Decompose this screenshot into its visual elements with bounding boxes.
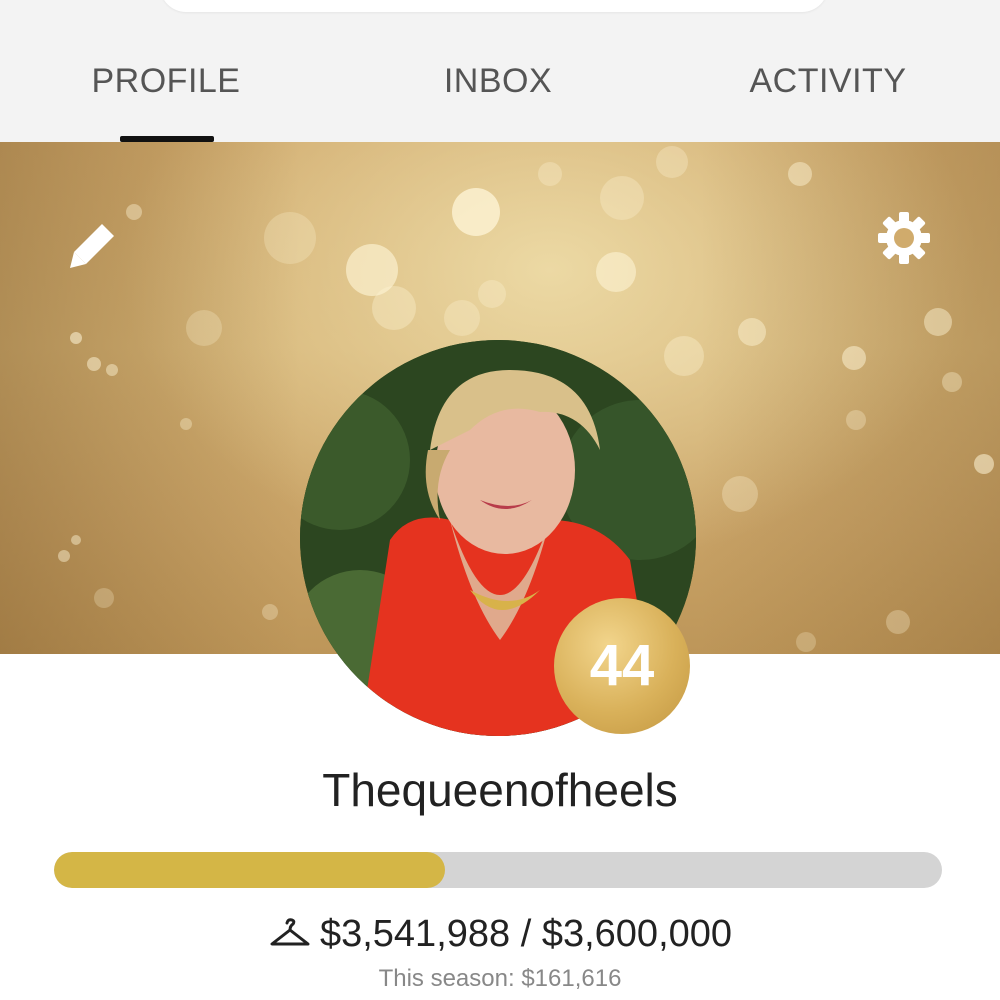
level-number: 44 [589, 633, 655, 698]
pencil-icon [70, 224, 114, 268]
sales-goal: $3,600,000 [541, 913, 733, 955]
sales-progress-fill [54, 852, 445, 888]
search-bar[interactable] [160, 0, 828, 12]
season-sales: This season: $161,616 [378, 965, 622, 992]
tab-inbox[interactable]: INBOX [398, 58, 598, 104]
top-bar: PROFILE INBOX ACTIVITY [0, 0, 1000, 142]
settings-button[interactable] [874, 208, 934, 268]
sales-current: $3,541,988 [319, 913, 511, 955]
sales-summary: $3,541,988 / $3,600,000 [0, 908, 1000, 960]
hanger-icon [270, 918, 310, 946]
sales-progress-bar [54, 852, 942, 888]
level-badge: 44 [554, 598, 690, 734]
username: Thequeenofheels [322, 764, 678, 816]
tab-profile[interactable]: PROFILE [66, 58, 266, 104]
tab-activity[interactable]: ACTIVITY [728, 58, 928, 104]
sales-separator: / [520, 913, 532, 955]
edit-profile-button[interactable] [66, 216, 122, 272]
gear-icon [878, 212, 930, 264]
